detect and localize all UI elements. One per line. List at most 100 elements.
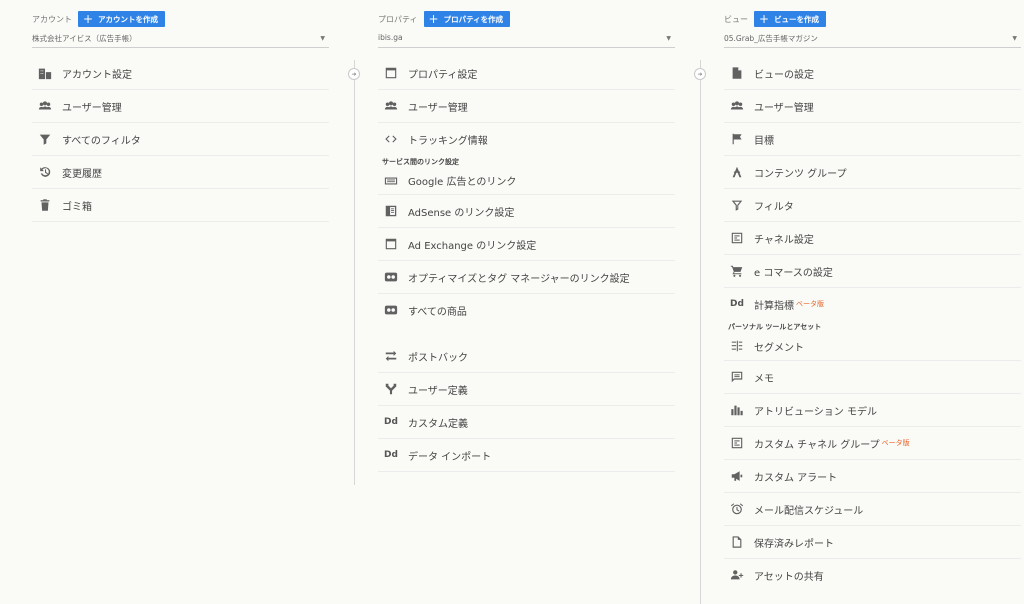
beta-badge: ベータ版 [881,439,910,447]
filter-outline-icon [729,197,745,213]
property-selector[interactable]: ibis.ga ▼ [378,33,675,48]
file-outline-icon [729,534,745,550]
item-label: データ インポート [408,451,492,463]
change-history-item[interactable]: 変更履歴 [32,156,329,189]
channel-icon [729,435,745,451]
item-label: ポストバック [408,352,468,364]
all-filters-item[interactable]: すべてのフィルタ [32,123,329,156]
item-label: 計算指標 [754,300,794,312]
channel-icon [729,230,745,246]
view-selector[interactable]: 05.Grab_広告手帳マガジン ▼ [724,33,1021,48]
item-label: ユーザー定義 [408,385,468,397]
property-selected: ibis.ga [378,33,403,42]
user-definition-item[interactable]: ユーザー定義 [378,373,675,406]
dropdown-arrow-icon: ▼ [666,35,671,42]
item-label: セグメント [754,342,804,354]
trash-item[interactable]: ゴミ箱 [32,189,329,222]
account-menu: アカウント設定 ユーザー管理 すべてのフィルタ 変更履歴 ゴミ箱 [32,57,329,222]
dropdown-arrow-icon: ▼ [320,35,325,42]
item-label: Ad Exchange のリンク設定 [408,240,537,252]
item-label: AdSense のリンク設定 [408,207,515,219]
create-account-label: アカウントを作成 [98,14,159,24]
account-selected: 株式会社アイビス（広告手帳） [32,34,137,43]
item-label: すべての商品 [408,306,467,318]
item-label: ビューの設定 [754,69,814,81]
attribution-model-item[interactable]: アトリビューション モデル [724,394,1021,427]
custom-definition-item[interactable]: Dd カスタム定義 [378,406,675,439]
adsense-link-item[interactable]: AdSense のリンク設定 [378,195,675,228]
item-label: 目標 [754,135,774,147]
google-ads-link-item[interactable]: Google 広告とのリンク [378,167,675,195]
item-label: ユーザー管理 [754,102,814,114]
custom-channel-group-item[interactable]: カスタム チャネル グループ ベータ版 [724,427,1021,460]
comment-icon [729,369,745,385]
dd-icon: Dd [384,450,398,460]
beta-badge: ベータ版 [796,300,824,308]
account-selector[interactable]: 株式会社アイビス（広告手帳） ▼ [32,33,329,48]
column-divider [354,60,355,485]
view-label: ビュー [724,14,748,24]
goals-item[interactable]: 目標 [724,123,1021,156]
item-label: アカウント設定 [62,69,132,81]
link-chain-icon [383,302,399,318]
share-assets-item[interactable]: アセットの共有 [724,559,1021,591]
item-label: ユーザー管理 [62,102,122,114]
calculated-metrics-item[interactable]: Dd 計算指標 ベータ版 [724,288,1021,320]
item-label: フィルタ [754,201,794,213]
property-label: プロパティ [378,14,418,24]
channel-settings-item[interactable]: チャネル設定 [724,222,1021,255]
code-icon [383,131,399,147]
content-grouping-item[interactable]: コンテンツ グループ [724,156,1021,189]
create-property-button[interactable]: + プロパティを作成 [423,11,511,27]
view-header: ビュー + ビューを作成 [724,11,827,27]
create-account-button[interactable]: + アカウントを作成 [78,11,166,27]
saved-reports-item[interactable]: 保存済みレポート [724,526,1021,559]
item-label: オプティマイズとタグ マネージャーのリンク設定 [408,273,630,285]
view-filters-item[interactable]: フィルタ [724,189,1021,222]
all-products-item[interactable]: すべての商品 [378,294,675,326]
building-icon [37,65,53,81]
segments-item[interactable]: セグメント [724,332,1021,361]
swap-arrows-icon [383,348,399,364]
merge-icon [383,381,399,397]
item-label: プロパティ設定 [408,69,478,81]
item-label: 変更履歴 [62,168,102,180]
account-user-management-item[interactable]: ユーザー管理 [32,90,329,123]
view-user-management-item[interactable]: ユーザー管理 [724,90,1021,123]
arrow-right-icon[interactable]: ➜ [694,68,706,80]
create-view-button[interactable]: + ビューを作成 [754,11,827,27]
cart-icon [729,263,745,279]
ecommerce-settings-item[interactable]: e コマースの設定 [724,255,1021,288]
view-settings-item[interactable]: ビューの設定 [724,57,1021,90]
dropdown-arrow-icon: ▼ [1012,35,1017,42]
history-icon [37,164,53,180]
create-view-label: ビューを作成 [774,14,820,24]
property-user-management-item[interactable]: ユーザー管理 [378,90,675,123]
filter-icon [37,131,53,147]
plus-icon: + [428,12,439,26]
segment-icon [729,338,745,354]
property-column: プロパティ + プロパティを作成 ibis.ga ▼ プロパティ設定 ユーザー管… [378,0,675,604]
data-import-item[interactable]: Dd データ インポート [378,439,675,472]
annotations-item[interactable]: メモ [724,361,1021,394]
dd-icon: Dd [384,417,398,427]
item-label: カスタム定義 [408,418,468,430]
plus-icon: + [83,12,94,26]
arrow-right-icon[interactable]: ➜ [348,68,360,80]
postback-item[interactable]: ポストバック [378,340,675,373]
custom-alerts-item[interactable]: カスタム アラート [724,460,1021,493]
link-chain-icon [383,269,399,285]
people-icon [383,98,399,114]
optimize-tagmanager-link-item[interactable]: オプティマイズとタグ マネージャーのリンク設定 [378,261,675,294]
item-label: アセットの共有 [754,571,824,583]
property-settings-item[interactable]: プロパティ設定 [378,57,675,90]
tracking-info-item[interactable]: トラッキング情報 [378,123,675,155]
plus-icon: + [759,12,770,26]
ad-exchange-link-item[interactable]: Ad Exchange のリンク設定 [378,228,675,261]
bar-chart-icon [729,402,745,418]
scheduled-emails-item[interactable]: メール配信スケジュール [724,493,1021,526]
item-label: Google 広告とのリンク [408,177,517,188]
column-divider [700,60,701,604]
account-settings-item[interactable]: アカウント設定 [32,57,329,90]
account-column: アカウント + アカウントを作成 株式会社アイビス（広告手帳） ▼ アカウント設… [32,0,329,604]
